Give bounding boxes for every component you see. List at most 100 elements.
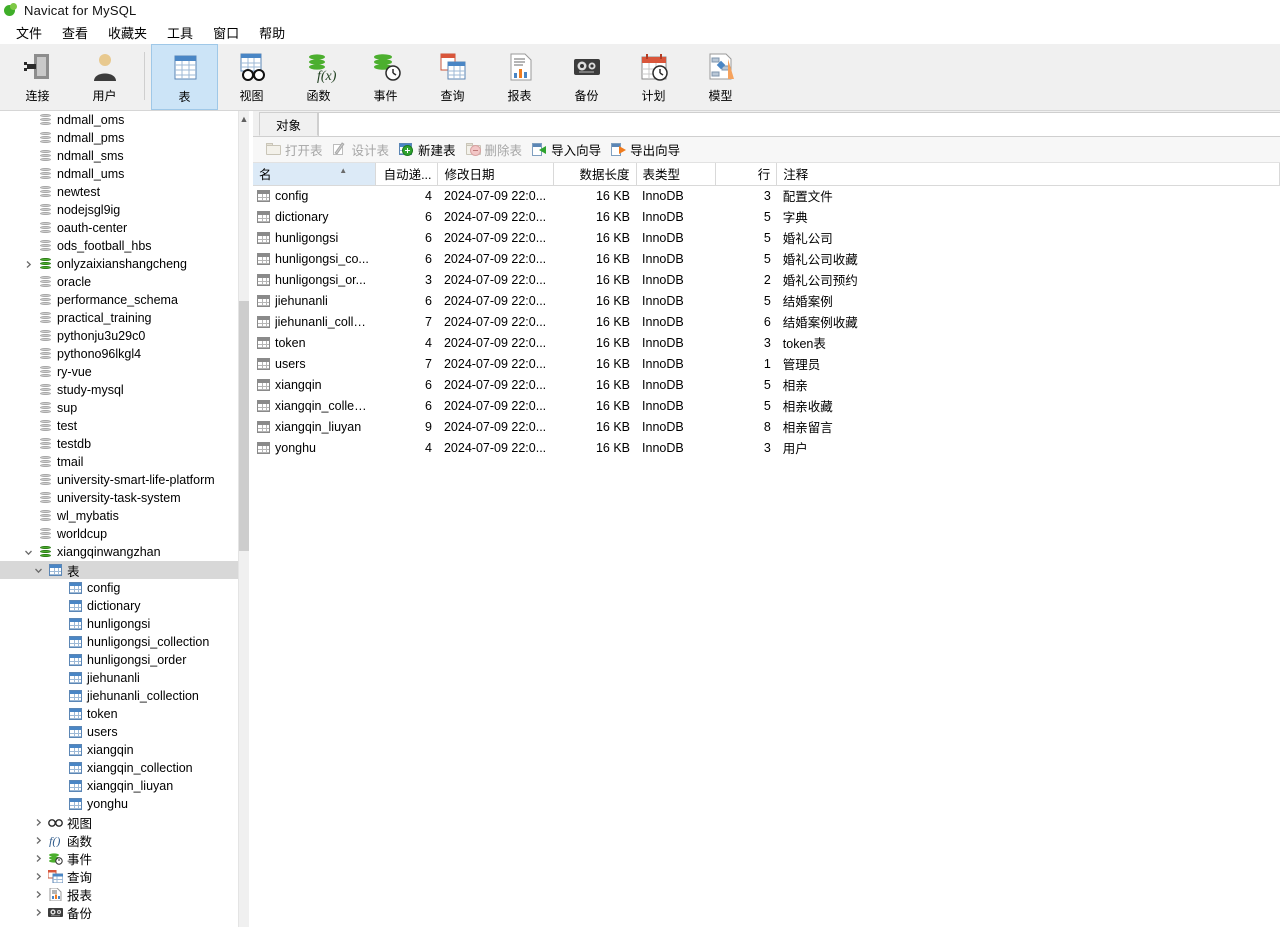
action-import-wizard[interactable]: 导入向导 (529, 138, 608, 161)
tree-node-item[interactable]: hunligongsi_order (0, 651, 238, 669)
tree-node-database[interactable]: ndmall_pms (0, 129, 238, 147)
grid-column-header[interactable]: 名 ▲ (253, 163, 377, 186)
table-row[interactable]: yonghu 4 2024-07-09 22:0... 16 KB InnoDB 3 用户 (253, 437, 1280, 458)
chevron-down-icon[interactable] (30, 566, 46, 575)
grid-column-header[interactable]: 自动递... (375, 163, 439, 186)
menu-help[interactable]: 帮助 (249, 20, 295, 45)
table-row[interactable]: xiangqin_liuyan 9 2024-07-09 22:0... 16 KB I… (253, 416, 1280, 437)
table-row[interactable]: dictionary 6 2024-07-09 22:0... 16 KB InnoDB… (253, 206, 1280, 227)
table-row[interactable]: config 4 2024-07-09 22:0... 16 KB InnoDB 3 配置文… (253, 185, 1280, 206)
tree-node-database[interactable]: newtest (0, 183, 238, 201)
toolbar-button-function[interactable]: f(x) 函数 (285, 44, 352, 110)
tab-objects[interactable]: 对象 (259, 112, 319, 136)
tree-node-item[interactable]: 表 (0, 561, 238, 579)
tree-node-database[interactable]: wl_mybatis (0, 507, 238, 525)
table-row[interactable]: jiehunanli_colle... 7 2024-07-09 22:0... 16… (253, 311, 1280, 332)
tree-node-database[interactable]: performance_schema (0, 291, 238, 309)
tree-node-database[interactable]: university-task-system (0, 489, 238, 507)
toolbar-button-schedule[interactable]: 计划 (620, 44, 687, 110)
menu-window[interactable]: 窗口 (203, 20, 249, 45)
table-row[interactable]: xiangqin 6 2024-07-09 22:0... 16 KB InnoDB 5 相… (253, 374, 1280, 395)
chevron-right-icon[interactable] (30, 854, 46, 863)
tree-node-database[interactable]: ndmall_ums (0, 165, 238, 183)
table-row[interactable]: token 4 2024-07-09 22:0... 16 KB InnoDB 3 toke… (253, 332, 1280, 353)
tree-node-item[interactable]: config (0, 579, 238, 597)
grid-column-header[interactable]: 行 (715, 163, 778, 186)
table-row[interactable]: xiangqin_collec... 6 2024-07-09 22:0... 16 … (253, 395, 1280, 416)
chevron-right-icon[interactable] (30, 890, 46, 899)
chevron-down-icon[interactable] (20, 548, 36, 557)
toolbar-button-event[interactable]: 事件 (352, 44, 419, 110)
chevron-right-icon[interactable] (30, 818, 46, 827)
toolbar-button-backup[interactable]: 备份 (553, 44, 620, 110)
toolbar-button-query[interactable]: 查询 (419, 44, 486, 110)
toolbar-button-report[interactable]: 报表 (486, 44, 553, 110)
chevron-right-icon[interactable] (30, 836, 46, 845)
tree-node-item[interactable]: xiangqin (0, 741, 238, 759)
tree-node-database[interactable]: study-mysql (0, 381, 238, 399)
toolbar-button-view[interactable]: 视图 (218, 44, 285, 110)
tree-node-item[interactable]: jiehunanli (0, 669, 238, 687)
tree-node-database[interactable]: ndmall_oms (0, 111, 238, 129)
action-new-table[interactable]: 新建表 (396, 138, 463, 161)
chevron-right-icon[interactable] (30, 908, 46, 917)
tree-node-database[interactable]: onlyzaixianshangcheng (0, 255, 238, 273)
tree-vertical-scrollbar[interactable]: ▲ (238, 111, 249, 927)
tree-node-item[interactable]: users (0, 723, 238, 741)
toolbar-button-model[interactable]: 模型 (687, 44, 754, 110)
table-row[interactable]: users 7 2024-07-09 22:0... 16 KB InnoDB 1 管理员 (253, 353, 1280, 374)
table-row[interactable]: hunligongsi_or... 3 2024-07-09 22:0... 16 K… (253, 269, 1280, 290)
grid-column-header[interactable]: 修改日期 (437, 163, 555, 186)
tree-node-database[interactable]: testdb (0, 435, 238, 453)
table-row[interactable]: jiehunanli 6 2024-07-09 22:0... 16 KB InnoDB… (253, 290, 1280, 311)
tree-node-item[interactable]: xiangqin_collection (0, 759, 238, 777)
table-row[interactable]: hunligongsi_co... 6 2024-07-09 22:0... 16 K… (253, 248, 1280, 269)
tree-node-database[interactable]: xiangqinwangzhan (0, 543, 238, 561)
tree-node-item[interactable]: hunligongsi_collection (0, 633, 238, 651)
tree-node-database[interactable]: university-smart-life-platform (0, 471, 238, 489)
tree-node-item[interactable]: 事件 (0, 849, 238, 867)
tree-node-item[interactable]: token (0, 705, 238, 723)
tree-node-item[interactable]: 报表 (0, 885, 238, 903)
tree-node-item[interactable]: yonghu (0, 795, 238, 813)
tree-node-item[interactable]: jiehunanli_collection (0, 687, 238, 705)
menu-file[interactable]: 文件 (6, 20, 52, 45)
chevron-right-icon[interactable] (30, 872, 46, 881)
scroll-up-arrow-icon[interactable]: ▲ (239, 115, 249, 124)
tree-node-item[interactable]: 查询 (0, 867, 238, 885)
grid-column-header[interactable]: 数据长度 (553, 163, 637, 186)
menu-tools[interactable]: 工具 (157, 20, 203, 45)
tree-node-database[interactable]: sup (0, 399, 238, 417)
grid-column-header[interactable]: 注释 (776, 163, 1280, 186)
tree-node-item[interactable]: 视图 (0, 813, 238, 831)
menu-favorites[interactable]: 收藏夹 (98, 20, 157, 45)
toolbar-button-user[interactable]: 用户 (71, 44, 138, 110)
tree-node-item[interactable]: 备份 (0, 903, 238, 921)
tree-node-item[interactable]: f() 函数 (0, 831, 238, 849)
tree-node-database[interactable]: ndmall_sms (0, 147, 238, 165)
action-export-wizard[interactable]: 导出向导 (608, 138, 687, 161)
chevron-right-icon[interactable] (20, 260, 36, 269)
database-tree[interactable]: ndmall_oms ndmall_pms ndmall_sms ndmall_ums… (0, 111, 238, 927)
tree-node-database[interactable]: ry-vue (0, 363, 238, 381)
tree-node-database[interactable]: nodejsgl9ig (0, 201, 238, 219)
tree-node-database[interactable]: ods_football_hbs (0, 237, 238, 255)
toolbar-button-table[interactable]: 表 (151, 44, 218, 110)
tree-node-database[interactable]: tmail (0, 453, 238, 471)
tree-node-database[interactable]: pythono96lkgl4 (0, 345, 238, 363)
cell-engine: InnoDB (642, 293, 684, 308)
tree-node-item[interactable]: xiangqin_liuyan (0, 777, 238, 795)
tree-node-database[interactable]: test (0, 417, 238, 435)
tree-node-item[interactable]: dictionary (0, 597, 238, 615)
tree-node-database[interactable]: pythonju3u29c0 (0, 327, 238, 345)
tree-node-item[interactable]: hunligongsi (0, 615, 238, 633)
tree-node-database[interactable]: oauth-center (0, 219, 238, 237)
tree-node-database[interactable]: worldcup (0, 525, 238, 543)
grid-column-header[interactable]: 表类型 (636, 163, 716, 186)
toolbar-button-connection[interactable]: 连接 (4, 44, 71, 110)
tree-node-database[interactable]: oracle (0, 273, 238, 291)
menu-view[interactable]: 查看 (52, 20, 98, 45)
scrollbar-thumb[interactable] (239, 301, 249, 551)
table-row[interactable]: hunligongsi 6 2024-07-09 22:0... 16 KB InnoD… (253, 227, 1280, 248)
tree-node-database[interactable]: practical_training (0, 309, 238, 327)
